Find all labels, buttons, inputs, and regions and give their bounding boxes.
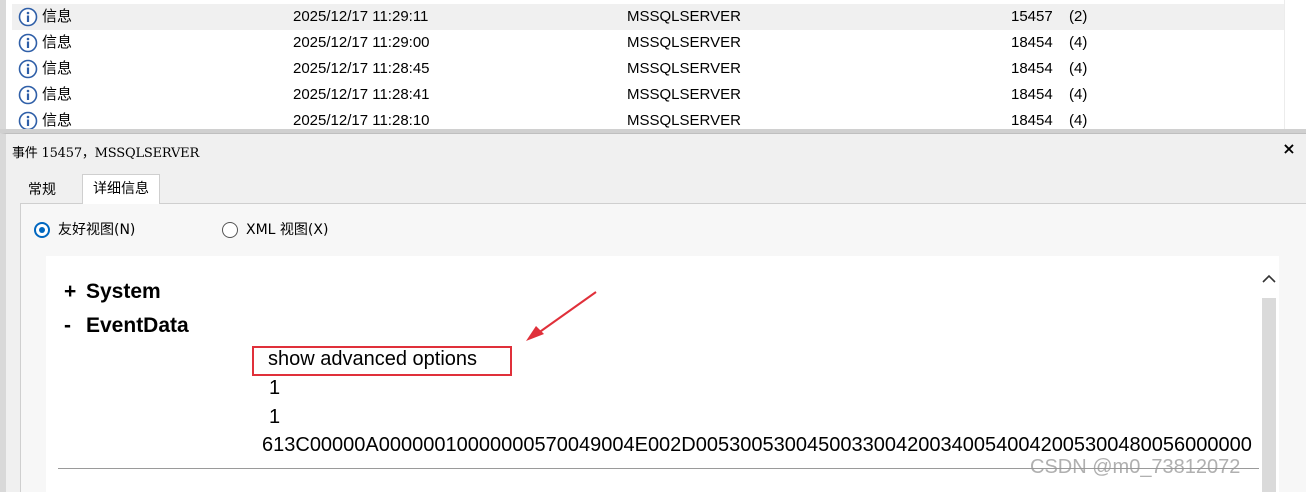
info-icon [18, 85, 38, 105]
event-source: MSSQLSERVER [627, 34, 741, 51]
event-list-scrollbar[interactable] [1284, 0, 1306, 130]
event-datetime: 2025/12/17 11:28:10 [293, 112, 430, 129]
close-icon[interactable]: × [1280, 138, 1298, 160]
xml-view-label: XML 视图(X) [246, 222, 329, 238]
event-row[interactable]: 信息 2025/12/17 11:28:10 MSSQLSERVER 18454… [12, 108, 1288, 130]
event-id: 18454 [1011, 86, 1053, 103]
event-category: (4) [1069, 112, 1088, 129]
tab-details[interactable]: 详细信息 [82, 174, 160, 204]
event-data-value: 1 [269, 406, 281, 428]
detail-title: 事件 15457，MSSQLSERVER [12, 146, 200, 161]
event-id: 18454 [1011, 60, 1053, 77]
tree-node-label: EventData [86, 314, 189, 337]
event-datetime: 2025/12/17 11:29:00 [293, 34, 430, 51]
event-datetime: 2025/12/17 11:29:11 [293, 8, 429, 25]
event-level: 信息 [42, 8, 73, 25]
radio-unchecked-icon [222, 222, 238, 238]
event-id: 18454 [1011, 112, 1053, 129]
event-datetime: 2025/12/17 11:28:41 [293, 86, 430, 103]
event-data-binary: 613C00000A00000010000000570049004E002D00… [262, 434, 1252, 456]
radio-checked-icon [34, 222, 50, 238]
event-level: 信息 [42, 34, 73, 51]
event-row[interactable]: 信息 2025/12/17 11:28:41 MSSQLSERVER 18454… [12, 82, 1288, 108]
event-category: (4) [1069, 60, 1088, 77]
event-source: MSSQLSERVER [627, 86, 741, 103]
event-level: 信息 [42, 60, 73, 77]
event-category: (2) [1069, 8, 1088, 25]
collapse-icon[interactable]: - [64, 314, 86, 338]
tab-general[interactable]: 常规 [18, 178, 66, 204]
info-icon [18, 7, 38, 27]
event-source: MSSQLSERVER [627, 112, 741, 129]
tree-node-label: System [86, 280, 161, 303]
tree-node-system[interactable]: + System [64, 280, 161, 304]
event-row[interactable]: 信息 2025/12/17 11:28:45 MSSQLSERVER 18454… [12, 56, 1288, 82]
scrollbar-thumb[interactable] [1262, 298, 1276, 492]
event-data-value: 1 [269, 377, 281, 399]
event-level: 信息 [42, 112, 73, 129]
info-icon [18, 59, 38, 79]
event-level: 信息 [42, 86, 73, 103]
friendly-view-label: 友好视图(N) [58, 222, 136, 238]
event-category: (4) [1069, 34, 1088, 51]
expand-icon[interactable]: + [64, 280, 86, 304]
tree-node-eventdata[interactable]: - EventData [64, 314, 189, 338]
event-category: (4) [1069, 86, 1088, 103]
event-detail-panel: 事件 15457，MSSQLSERVER × 常规 详细信息 友好视图(N) X… [0, 133, 1306, 492]
event-row[interactable]: 信息 2025/12/17 11:29:00 MSSQLSERVER 18454… [12, 30, 1288, 56]
event-id: 15457 [1011, 8, 1053, 25]
event-datetime: 2025/12/17 11:28:45 [293, 60, 430, 77]
event-list: 信息 2025/12/17 11:29:11 MSSQLSERVER 15457… [0, 0, 1306, 130]
event-source: MSSQLSERVER [627, 8, 741, 25]
event-id: 18454 [1011, 34, 1053, 51]
event-source: MSSQLSERVER [627, 60, 741, 77]
chevron-up-icon[interactable] [1260, 270, 1278, 288]
info-icon [18, 33, 38, 53]
event-data-value: show advanced options [268, 348, 478, 370]
watermark: CSDN @m0_73812072 [1030, 456, 1241, 478]
event-row[interactable]: 信息 2025/12/17 11:29:11 MSSQLSERVER 15457… [12, 4, 1288, 30]
detail-scrollbar[interactable] [1259, 256, 1279, 492]
info-icon [18, 111, 38, 130]
